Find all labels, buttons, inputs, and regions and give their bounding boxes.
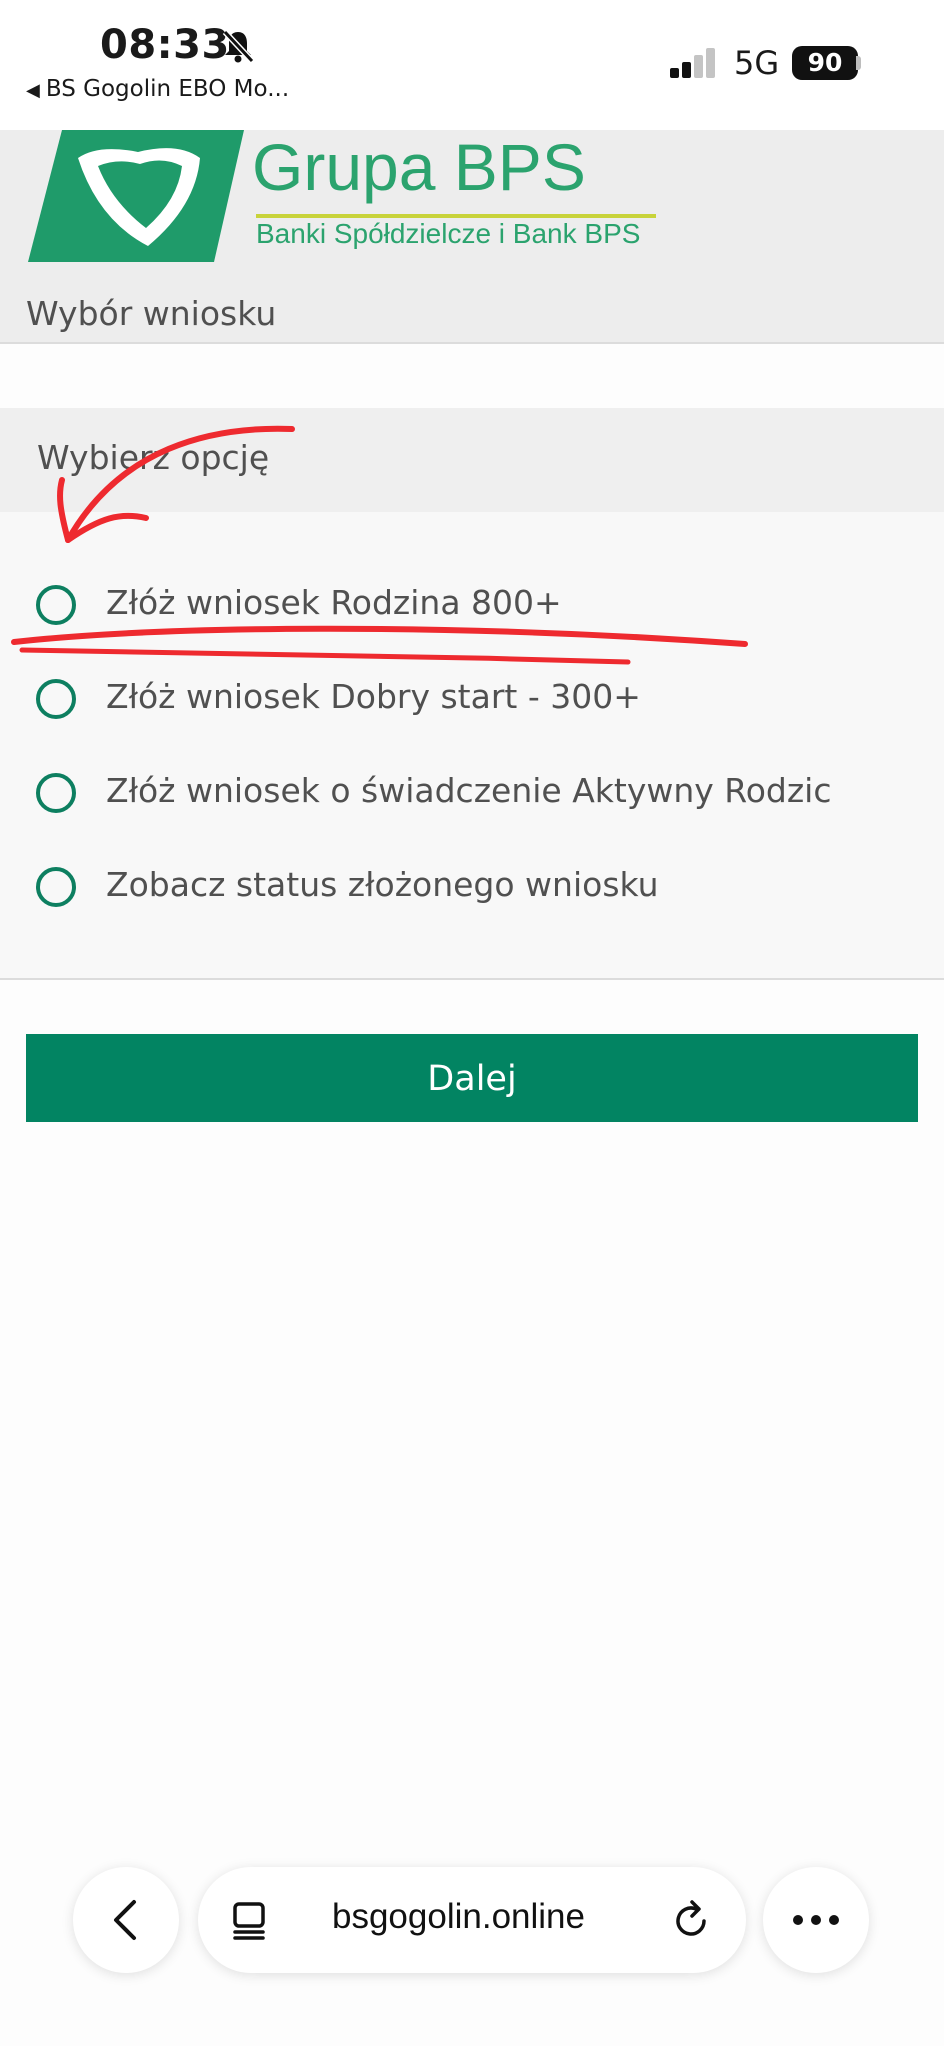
page-title: Wybór wniosku bbox=[26, 294, 277, 333]
reload-icon[interactable] bbox=[672, 1899, 712, 1941]
option-label: Zobacz status złożonego wniosku bbox=[106, 865, 659, 904]
browser-more-button[interactable] bbox=[763, 1867, 869, 1973]
bell-slash-icon bbox=[222, 29, 255, 64]
option-label: Złóż wniosek Rodzina 800+ bbox=[106, 583, 562, 622]
radio-button[interactable] bbox=[36, 773, 76, 813]
back-app-label: BS Gogolin EBO Mo... bbox=[45, 76, 290, 102]
option-status-wniosku[interactable]: Zobacz status złożonego wniosku bbox=[36, 859, 916, 919]
back-to-app-link[interactable]: ◀ BS Gogolin EBO Mo... bbox=[26, 76, 289, 102]
brand-name: Grupa BPS bbox=[252, 130, 586, 204]
radio-button[interactable] bbox=[36, 585, 76, 625]
options-radio-group: Złóż wniosek Rodzina 800+ Złóż wniosek D… bbox=[0, 512, 944, 980]
network-type: 5G bbox=[734, 44, 780, 82]
radio-button[interactable] bbox=[36, 867, 76, 907]
back-triangle-icon: ◀ bbox=[26, 80, 40, 101]
option-aktywny-rodzic[interactable]: Złóż wniosek o świadczenie Aktywny Rodzi… bbox=[36, 765, 916, 825]
option-rodzina-800[interactable]: Złóż wniosek Rodzina 800+ bbox=[36, 577, 916, 637]
brand-subtitle: Banki Spółdzielcze i Bank BPS bbox=[256, 218, 641, 249]
more-icon bbox=[793, 1915, 839, 1925]
status-time: 08:33 bbox=[100, 22, 230, 68]
options-card-header: Wybierz opcję bbox=[0, 408, 944, 512]
battery-icon: 90 bbox=[792, 46, 858, 80]
tabs-icon[interactable] bbox=[230, 1901, 268, 1941]
back-chevron-icon bbox=[114, 1900, 136, 1940]
battery-cap bbox=[856, 56, 861, 70]
radio-button[interactable] bbox=[36, 679, 76, 719]
browser-back-button[interactable] bbox=[73, 1867, 179, 1973]
option-label: Złóż wniosek o świadczenie Aktywny Rodzi… bbox=[106, 771, 832, 810]
status-bar: 08:33 ◀ BS Gogolin EBO Mo... 5G 90 bbox=[0, 0, 944, 130]
option-label: Złóż wniosek Dobry start - 300+ bbox=[106, 677, 641, 716]
url-bar[interactable]: bsgogolin.online bbox=[198, 1867, 746, 1973]
next-button[interactable]: Dalej bbox=[26, 1034, 918, 1122]
app-header: Grupa BPS Banki Spółdzielcze i Bank BPS … bbox=[0, 130, 944, 344]
option-dobry-start[interactable]: Złóż wniosek Dobry start - 300+ bbox=[36, 671, 916, 731]
url-text: bsgogolin.online bbox=[332, 1897, 585, 1936]
options-prompt: Wybierz opcję bbox=[37, 438, 270, 477]
cellular-signal-icon bbox=[670, 48, 715, 78]
bps-logo-icon bbox=[28, 130, 244, 262]
